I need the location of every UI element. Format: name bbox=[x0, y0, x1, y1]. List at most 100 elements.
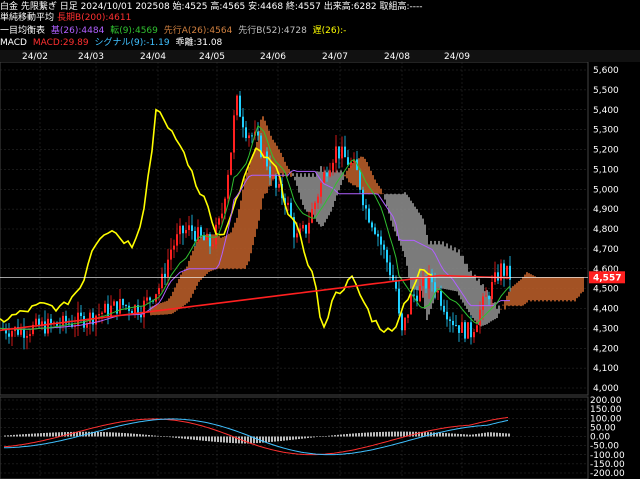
candle-body bbox=[47, 318, 49, 334]
candle-body bbox=[491, 282, 493, 300]
macd-bar bbox=[169, 436, 171, 438]
candle-body bbox=[371, 222, 373, 228]
macd-bar bbox=[376, 432, 378, 437]
current-price-label: 4,557 bbox=[593, 273, 621, 283]
candle-body bbox=[362, 189, 364, 206]
candle-body bbox=[287, 202, 289, 205]
cloud-slice bbox=[394, 193, 396, 232]
candle-body bbox=[275, 175, 277, 188]
cloud-slice bbox=[424, 224, 426, 309]
macd-bar bbox=[136, 433, 138, 437]
cloud-slice bbox=[354, 161, 356, 186]
cloud-slice bbox=[524, 274, 526, 305]
cloud-slice bbox=[204, 234, 206, 276]
cloud-slice bbox=[408, 197, 410, 278]
macd-bar bbox=[199, 436, 201, 441]
macd-bar bbox=[325, 436, 327, 437]
cloud-slice bbox=[438, 240, 440, 291]
price-tick-label: 5,000 bbox=[593, 185, 619, 195]
candle-body bbox=[98, 314, 100, 316]
macd-bar bbox=[337, 434, 339, 437]
candle-body bbox=[161, 273, 163, 289]
cloud-slice bbox=[560, 277, 562, 301]
cloud-slice bbox=[502, 304, 504, 306]
candle-body bbox=[227, 174, 229, 199]
macd-bar bbox=[349, 433, 351, 437]
cloud-slice bbox=[550, 277, 552, 302]
candle-body bbox=[332, 162, 334, 171]
macd-bar bbox=[160, 436, 162, 437]
macd-bar bbox=[109, 432, 111, 437]
macd-bar bbox=[139, 434, 141, 437]
macd-bar bbox=[445, 433, 447, 437]
candle-body bbox=[461, 322, 463, 333]
cloud-slice bbox=[176, 283, 178, 311]
macd-bar bbox=[133, 433, 135, 437]
cloud-slice bbox=[580, 277, 582, 294]
price-tick-label: 5,100 bbox=[593, 165, 619, 175]
macd-bar bbox=[19, 434, 21, 437]
macd-bar bbox=[157, 435, 159, 437]
cloud-slice bbox=[234, 222, 236, 269]
candle-body bbox=[146, 297, 148, 301]
candle-body bbox=[434, 282, 436, 293]
cloud-slice bbox=[496, 308, 498, 319]
cloud-slice bbox=[184, 269, 186, 305]
macd-bar bbox=[379, 431, 381, 437]
candle-body bbox=[182, 225, 184, 234]
macd-bar bbox=[175, 436, 177, 438]
candle-body bbox=[194, 230, 196, 241]
candle-body bbox=[200, 227, 202, 236]
macd-bar bbox=[358, 433, 360, 437]
cloud-slice bbox=[196, 241, 198, 286]
candle-body bbox=[410, 294, 412, 315]
cloud-slice bbox=[534, 276, 536, 302]
macd-bar bbox=[460, 434, 462, 437]
cloud-slice bbox=[166, 300, 168, 315]
macd-bar bbox=[463, 434, 465, 437]
macd-bar bbox=[229, 436, 231, 443]
macd-bar bbox=[163, 436, 165, 437]
macd-bar bbox=[313, 436, 315, 438]
cloud-slice bbox=[186, 266, 188, 304]
candle-body bbox=[278, 183, 280, 188]
candle-body bbox=[377, 233, 379, 237]
candle-body bbox=[8, 333, 10, 337]
cloud-slice bbox=[366, 162, 368, 194]
ichimoku-tenkan: 転(9):4569 bbox=[110, 26, 158, 36]
cloud-slice bbox=[240, 200, 242, 270]
macd-bar bbox=[493, 432, 495, 437]
candle-body bbox=[401, 313, 403, 331]
cloud-slice bbox=[520, 279, 522, 307]
cloud-slice bbox=[548, 277, 550, 301]
macd-bar bbox=[487, 432, 489, 437]
candle-body bbox=[473, 332, 475, 338]
candle-body bbox=[206, 234, 208, 241]
candle-body bbox=[269, 166, 271, 178]
macd-bar bbox=[166, 436, 168, 437]
cloud-slice bbox=[566, 277, 568, 302]
macd-bar bbox=[499, 432, 501, 437]
macd-bar bbox=[271, 436, 273, 442]
macd-bar bbox=[394, 431, 396, 437]
cloud-slice bbox=[406, 194, 408, 266]
cloud-slice bbox=[180, 274, 182, 308]
candle-body bbox=[419, 286, 421, 302]
macd-bar bbox=[340, 434, 342, 437]
cloud-slice bbox=[578, 277, 580, 297]
cloud-slice bbox=[512, 286, 514, 307]
macd-bar bbox=[295, 436, 297, 440]
header-line-4: MACD MACD:29.89 シグナル(9):-1.19 乖離:31.08 bbox=[0, 38, 225, 48]
macd-bar bbox=[154, 435, 156, 437]
candle-body bbox=[164, 273, 166, 278]
macd-bar bbox=[148, 435, 150, 437]
macd-bar bbox=[196, 436, 198, 441]
cloud-slice bbox=[538, 277, 540, 302]
macd-bar bbox=[367, 432, 369, 437]
candle-body bbox=[233, 115, 235, 153]
price-tick-label: 4,800 bbox=[593, 225, 619, 235]
macd-bar bbox=[46, 432, 48, 437]
macd-bar bbox=[403, 431, 405, 437]
candle-body bbox=[437, 290, 439, 293]
chart-canvas[interactable]: 24/02 24/03 24/04 24/05 24/06 24/07 24/08 24/09… bbox=[0, 0, 640, 479]
